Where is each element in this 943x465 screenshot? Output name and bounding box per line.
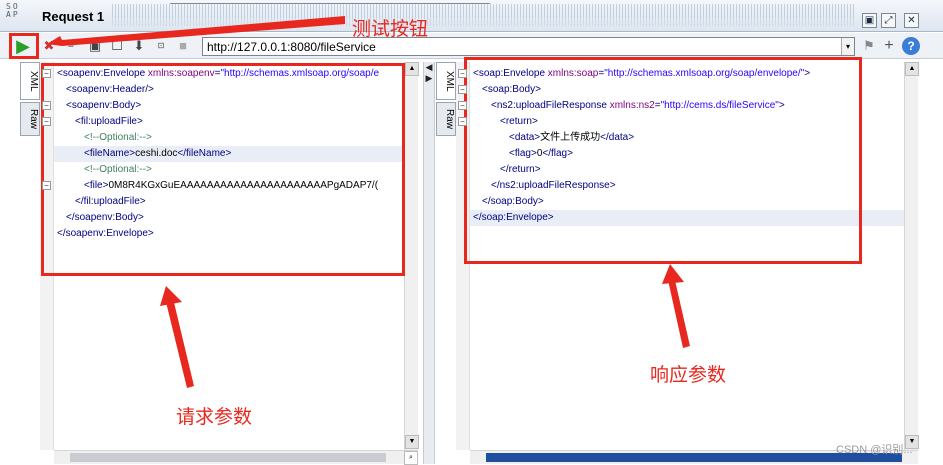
fold-toggle-icon[interactable]: − bbox=[42, 181, 51, 190]
fold-toggle-icon[interactable]: − bbox=[458, 69, 467, 78]
fold-toggle-icon[interactable]: − bbox=[458, 101, 467, 110]
fold-toggle-icon[interactable]: − bbox=[42, 69, 51, 78]
fold-toggle-icon[interactable]: − bbox=[42, 101, 51, 110]
fold-toggle-icon[interactable]: − bbox=[458, 85, 467, 94]
arrow-to-request-box-head bbox=[160, 286, 182, 306]
fold-toggle-icon[interactable]: − bbox=[42, 117, 51, 126]
arrow-to-request-box bbox=[165, 294, 194, 388]
annotation-arrows bbox=[47, 16, 690, 388]
arrow-to-test-button bbox=[47, 16, 345, 46]
fold-toggle-icon[interactable]: − bbox=[458, 117, 467, 126]
watermark: CSDN @识别... bbox=[836, 444, 913, 456]
arrow-to-response-box bbox=[668, 276, 690, 348]
arrow-to-response-box-head bbox=[662, 264, 684, 284]
